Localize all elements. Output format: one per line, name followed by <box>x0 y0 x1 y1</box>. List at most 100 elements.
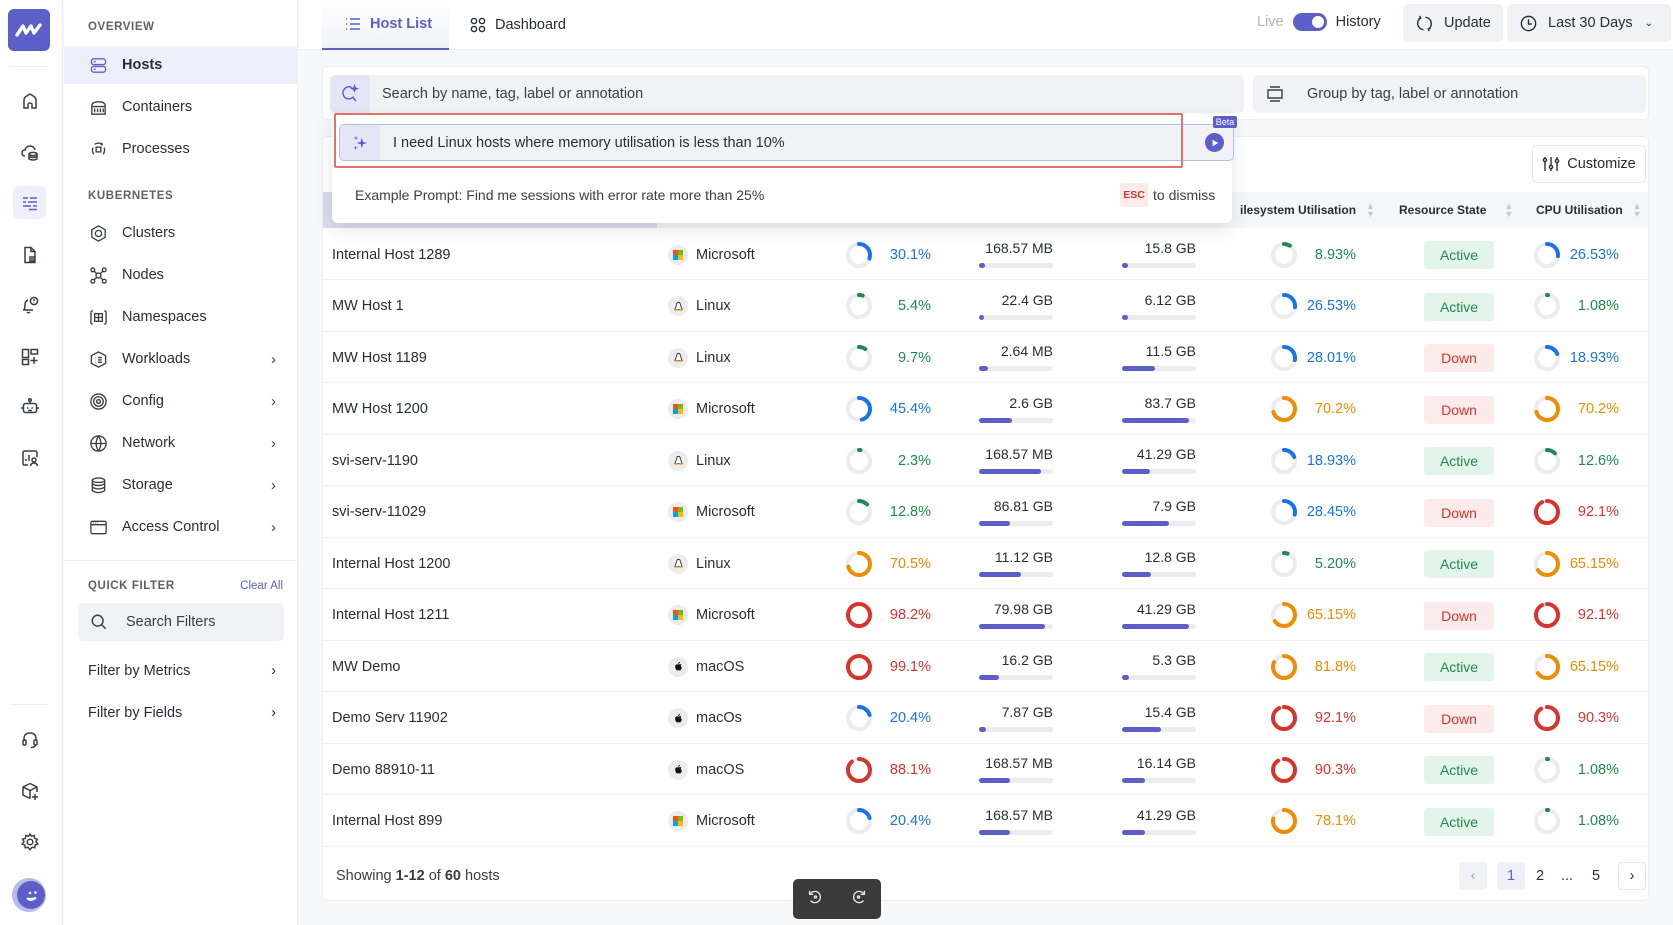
cpu-ring <box>1534 705 1560 731</box>
tab-dashboard[interactable]: Dashboard <box>469 0 566 50</box>
table-row[interactable]: svi-serv-1190 Linux 2.3% 168.57 MB 41.29… <box>323 435 1648 486</box>
rail-host-list[interactable] <box>13 186 46 219</box>
mem-ring <box>846 344 872 371</box>
disk-fill <box>1122 829 1145 835</box>
sidebar-item-config[interactable]: Config › <box>64 382 298 420</box>
sidebar-item-namespaces[interactable]: Namespaces <box>64 298 298 336</box>
sidebar-item-workloads[interactable]: Workloads › <box>64 340 298 378</box>
sidebar-item-access-control[interactable]: Access Control › <box>64 508 298 546</box>
disk-cell: 41.29 GB <box>1122 435 1196 486</box>
mem-ring <box>846 447 872 474</box>
live-history-toggle[interactable] <box>1292 13 1327 31</box>
rail-infrastructure[interactable] <box>13 136 46 169</box>
disk-track <box>1122 314 1196 320</box>
host-name[interactable]: MW Host 1189 <box>332 332 427 383</box>
logs-icon <box>23 246 36 263</box>
tab-host-list[interactable]: Host List <box>322 0 449 50</box>
table-row[interactable]: Demo 88910-11 macOS 88.1% 168.57 MB 16.1… <box>323 744 1648 795</box>
pagination-page-2[interactable]: 2 <box>1531 862 1549 890</box>
rail-alerts[interactable] <box>13 288 46 321</box>
fs-gauge: 70.2% <box>1270 384 1356 435</box>
search-filters-input[interactable]: Search Filters <box>78 603 284 641</box>
app-logo[interactable] <box>8 9 50 51</box>
pagination-next[interactable]: › <box>1618 862 1646 890</box>
host-name[interactable]: Demo 88910-11 <box>332 744 435 795</box>
mem-gauge: 12.8% <box>845 487 931 538</box>
time-range-dropdown[interactable]: Last 30 Days ⌄ <box>1507 4 1671 42</box>
table-row[interactable]: Demo Serv 11902 macOs 20.4% 7.87 GB 15.4… <box>323 693 1648 744</box>
host-name[interactable]: Internal Host 899 <box>332 796 442 847</box>
rail-user-analytics[interactable] <box>13 441 46 474</box>
rail-home[interactable] <box>13 84 46 117</box>
sidebar-item-containers[interactable]: Containers <box>64 88 298 126</box>
host-name[interactable]: MW Host 1200 <box>332 384 428 435</box>
host-name[interactable]: Internal Host 1211 <box>332 590 449 641</box>
column-header-filesystem[interactable]: ilesystem Utilisation ▲ ▼ <box>1240 192 1375 228</box>
rail-dashboards[interactable] <box>13 340 46 373</box>
fs-gauge: 90.3% <box>1270 744 1356 795</box>
host-name[interactable]: MW Demo <box>332 641 400 692</box>
clear-all-link[interactable]: Clear All <box>240 580 283 592</box>
sidebar-item-storage[interactable]: Storage › <box>64 466 298 504</box>
pagination-page-1[interactable]: 1 <box>1497 862 1525 890</box>
host-name[interactable]: Demo Serv 11902 <box>332 693 448 744</box>
sidebar-item-label: Config <box>122 393 164 409</box>
tab-label: Host List <box>370 16 433 32</box>
host-name[interactable]: MW Host 1 <box>332 281 404 332</box>
cpu-gauge: 1.08% <box>1533 281 1619 332</box>
sidebar-item-clusters[interactable]: Clusters <box>64 214 298 252</box>
ai-bot-icon <box>20 397 39 413</box>
memory-used-track <box>979 314 1053 320</box>
rotate-right-button[interactable] <box>850 888 868 911</box>
support-icon <box>21 731 38 748</box>
user-avatar[interactable] <box>12 878 46 912</box>
customize-button[interactable]: Customize <box>1532 145 1646 183</box>
table-row[interactable]: Internal Host 1200 Linux 70.5% 11.12 GB … <box>323 538 1648 589</box>
table-row[interactable]: Internal Host 1289 Microsoft 30.1% 168.5… <box>323 229 1648 280</box>
dashboard-grid-icon <box>470 17 486 33</box>
fs-gauge: 28.45% <box>1270 487 1356 538</box>
sidebar-item-hosts[interactable]: Hosts <box>64 46 298 84</box>
search-input[interactable]: Search by name, tag, label or annotation <box>330 75 1244 113</box>
memory-used-track <box>979 263 1053 268</box>
sidebar-item-processes[interactable]: Processes <box>64 130 298 168</box>
sidebar-item-network[interactable]: Network › <box>64 424 298 462</box>
table-row[interactable]: MW Host 1200 Microsoft 45.4% 2.6 GB 83.7… <box>323 384 1648 435</box>
rail-ai-bot[interactable] <box>13 390 46 423</box>
rotate-left-button[interactable] <box>806 888 824 911</box>
send-prompt-button[interactable] <box>1205 133 1224 152</box>
disk-fill <box>1122 314 1128 320</box>
table-row[interactable]: svi-serv-11029 Microsoft 12.8% 86.81 GB … <box>323 487 1648 538</box>
group-by-input[interactable]: Group by tag, label or annotation <box>1253 75 1646 113</box>
ai-prompt-input[interactable]: I need Linux hosts where memory utilisat… <box>339 124 1234 161</box>
fs-ring <box>1271 293 1297 319</box>
toggle-knob <box>1311 16 1324 28</box>
column-header-cpu[interactable]: CPU Utilisation ▲ ▼ <box>1536 192 1642 228</box>
sidebar-item-nodes[interactable]: Nodes <box>64 256 298 294</box>
rail-support[interactable] <box>13 723 46 756</box>
filter-by-fields[interactable]: Filter by Fields › <box>88 705 284 721</box>
fs-gauge: 92.1% <box>1270 693 1356 744</box>
host-name[interactable]: svi-serv-1190 <box>332 435 418 486</box>
table-row[interactable]: MW Host 1 Linux 5.4% 22.4 GB 6.12 GB 26.… <box>323 281 1648 332</box>
host-name[interactable]: Internal Host 1200 <box>332 538 451 589</box>
update-button[interactable]: Update <box>1403 4 1503 42</box>
host-name[interactable]: svi-serv-11029 <box>332 487 426 538</box>
os-cell: macOs <box>668 693 742 744</box>
rail-integrations[interactable] <box>13 774 46 807</box>
pagination-prev[interactable]: ‹ <box>1459 862 1487 890</box>
disk-value: 5.3 GB <box>1152 652 1196 668</box>
table-row[interactable]: MW Host 1189 Linux 9.7% 2.64 MB 11.5 GB <box>323 332 1648 383</box>
rail-logs[interactable] <box>13 238 46 271</box>
filter-by-metrics[interactable]: Filter by Metrics › <box>88 663 284 679</box>
memory-used-track <box>979 778 1053 783</box>
memory-used-value: 2.6 GB <box>1009 394 1053 411</box>
host-name[interactable]: Internal Host 1289 <box>332 229 451 280</box>
cpu-ring <box>1534 447 1560 474</box>
pagination-page-5[interactable]: 5 <box>1587 862 1605 890</box>
rail-settings[interactable] <box>13 825 46 858</box>
column-header-resource-state[interactable]: Resource State ▲ ▼ <box>1399 192 1513 228</box>
table-row[interactable]: MW Demo macOS 99.1% 16.2 GB 5.3 GB 81.8%… <box>323 641 1648 692</box>
table-row[interactable]: Internal Host 1211 Microsoft 98.2% 79.98… <box>323 590 1648 641</box>
table-row[interactable]: Internal Host 899 Microsoft 20.4% 168.57… <box>323 796 1648 847</box>
